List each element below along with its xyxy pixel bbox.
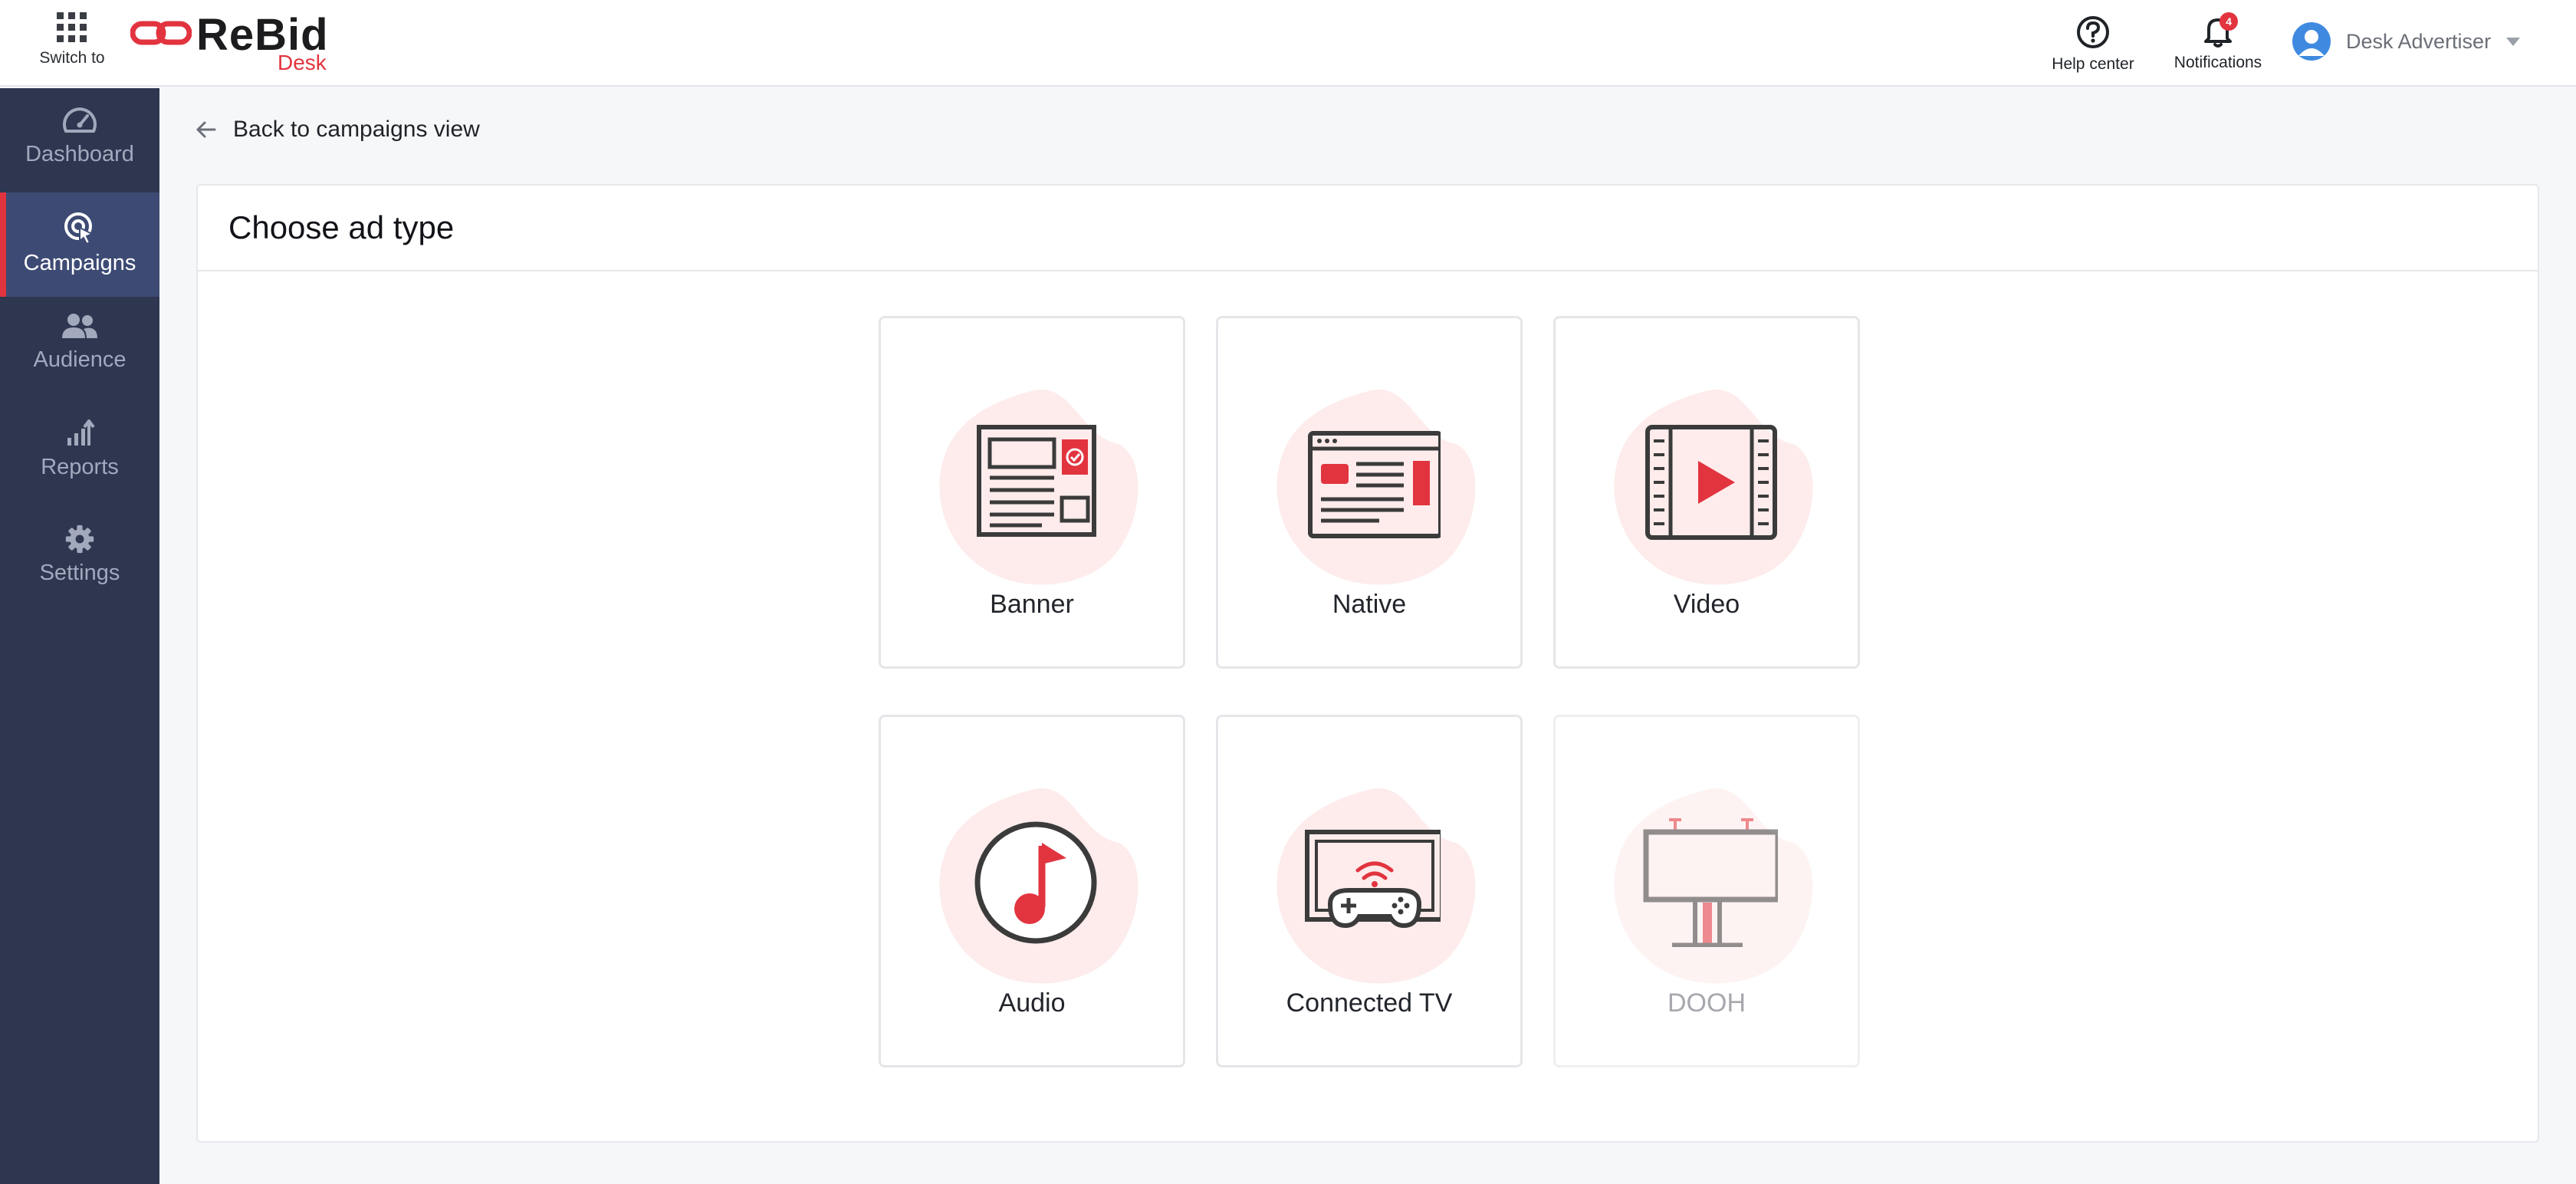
help-center-label: Help center (2052, 55, 2134, 73)
sidebar-item-label: Settings (39, 561, 120, 585)
app-grid-icon (57, 12, 87, 42)
ad-type-banner[interactable]: Banner (879, 316, 1185, 669)
campaigns-icon (64, 212, 94, 245)
notifications-button[interactable]: 4 Notifications (2164, 12, 2272, 72)
settings-icon (65, 525, 94, 554)
switch-to-label: Switch to (39, 49, 105, 67)
ad-type-label: Banner (990, 590, 1074, 619)
rebid-logo[interactable]: ReBid Desk (130, 8, 345, 77)
sidebar-item-label: Dashboard (25, 142, 134, 166)
ad-type-label: DOOH (1668, 988, 1746, 1018)
chain-link-icon (130, 21, 192, 45)
connected-tv-icon (1305, 830, 1441, 929)
top-bar: Switch to ReBid Desk Help center 4 Notif… (0, 0, 2576, 87)
ad-type-label: Native (1332, 590, 1407, 619)
sidebar-item-reports[interactable]: Reports (0, 418, 159, 522)
ad-type-label: Audio (998, 988, 1066, 1018)
reports-icon (67, 419, 95, 446)
dooh-icon (1643, 818, 1778, 947)
ad-type-connected-tv[interactable]: Connected TV (1216, 715, 1523, 1067)
ad-type-label: Video (1673, 590, 1740, 619)
notification-count-badge: 4 (2220, 12, 2238, 31)
audience-icon (62, 314, 97, 338)
user-avatar-icon (2292, 22, 2331, 61)
native-icon (1308, 431, 1441, 538)
sidebar-item-settings[interactable]: Settings (0, 524, 159, 628)
ad-type-video[interactable]: Video (1553, 316, 1860, 669)
sidebar-item-audience[interactable]: Audience (0, 311, 159, 415)
banner-icon (977, 425, 1096, 537)
card-header: Choose ad type (198, 186, 2538, 271)
ad-type-card: Choose ad type Banner Native Video Audio… (196, 184, 2539, 1143)
sidebar: Dashboard Campaigns Audience Reports Set… (0, 88, 159, 1184)
help-icon (2077, 16, 2109, 48)
sidebar-item-campaigns[interactable]: Campaigns (0, 192, 159, 297)
sidebar-item-label: Campaigns (23, 251, 136, 275)
switch-to-button[interactable]: Switch to (31, 12, 113, 67)
ad-type-audio[interactable]: Audio (879, 715, 1185, 1067)
user-name: Desk Advertiser (2346, 29, 2492, 53)
ad-type-native[interactable]: Native (1216, 316, 1523, 669)
help-center-button[interactable]: Help center (2042, 15, 2144, 74)
sidebar-item-label: Reports (41, 455, 119, 479)
dashboard-icon (63, 107, 97, 133)
back-to-campaigns-link[interactable]: Back to campaigns view (195, 117, 480, 143)
chevron-down-icon (2506, 37, 2521, 46)
arrow-left-icon (196, 121, 216, 138)
logo-subtext: Desk (278, 51, 327, 74)
sidebar-item-label: Audience (33, 347, 127, 372)
ad-type-dooh: DOOH (1553, 715, 1860, 1067)
ad-type-label: Connected TV (1286, 988, 1453, 1018)
notifications-label: Notifications (2174, 54, 2262, 71)
page-title: Choose ad type (228, 209, 455, 245)
video-icon (1645, 425, 1777, 540)
audio-icon (974, 821, 1097, 944)
user-menu[interactable]: Desk Advertiser (2292, 20, 2521, 63)
back-link-label: Back to campaigns view (233, 117, 480, 142)
